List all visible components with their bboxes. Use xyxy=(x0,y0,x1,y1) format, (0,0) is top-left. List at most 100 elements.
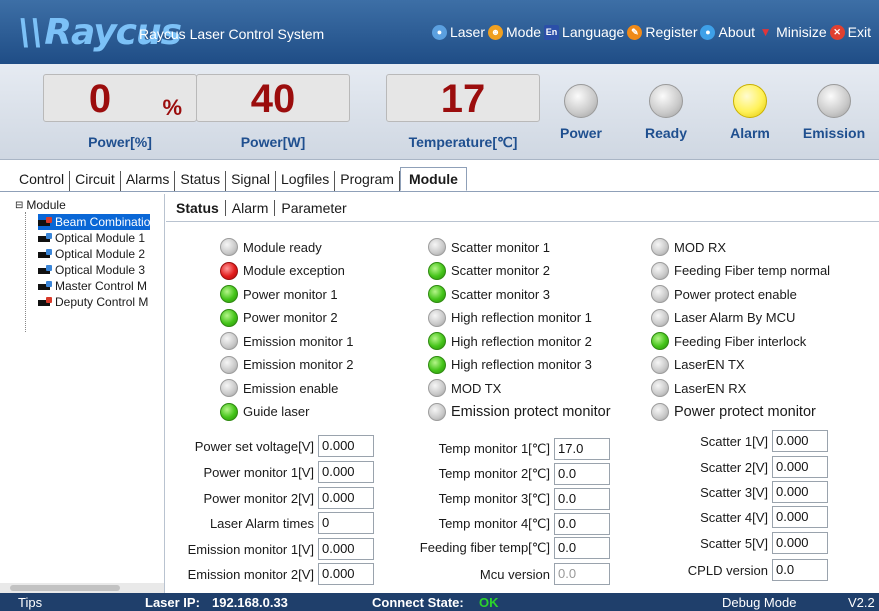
tab-status[interactable]: Status xyxy=(175,171,227,191)
status-dot-icon xyxy=(220,402,238,421)
field-row: Emission monitor 2[V] 0.000 xyxy=(168,563,374,585)
status-indicator: Scatter monitor 2 xyxy=(428,261,550,280)
indicator-label: Laser Alarm By MCU xyxy=(674,310,796,325)
laser-ip-value: 192.168.0.33 xyxy=(212,595,288,610)
connect-state-value: OK xyxy=(479,595,499,610)
menu-label: Register xyxy=(645,24,698,40)
status-dot-icon xyxy=(428,402,446,421)
indicator-label: Feeding Fiber temp normal xyxy=(674,263,831,278)
status-dot-icon xyxy=(220,332,238,350)
indicator-label: Emission protect monitor xyxy=(451,403,611,420)
temperature-value: 17 xyxy=(440,77,486,121)
status-dot-icon xyxy=(220,285,238,303)
field-label: Emission monitor 1[V] xyxy=(187,541,314,557)
status-dot-icon xyxy=(651,332,669,350)
field-row: Mcu version 0.0 xyxy=(348,563,610,585)
power-lamp xyxy=(564,84,598,118)
status-indicator: High reflection monitor 1 xyxy=(428,308,592,327)
field-row: Emission monitor 1[V] 0.000 xyxy=(168,538,374,560)
subtab-parameter[interactable]: Parameter xyxy=(275,200,352,216)
tree-item[interactable]: Deputy Control M xyxy=(38,294,148,310)
tab-control[interactable]: Control xyxy=(14,171,71,191)
indicator-label: Module ready xyxy=(243,239,322,255)
module-icon xyxy=(38,249,52,259)
power-watt-value: 40 xyxy=(250,77,296,121)
menu-about[interactable]: ● About xyxy=(700,24,755,40)
value-field[interactable]: 17.0 xyxy=(554,438,610,460)
status-dot-icon xyxy=(651,308,669,327)
value-field[interactable]: 0.000 xyxy=(772,532,828,554)
value-field[interactable]: 0.0 xyxy=(554,537,610,559)
module-icon xyxy=(38,265,52,275)
status-indicator: Emission enable xyxy=(220,379,338,397)
module-icon xyxy=(38,281,52,291)
status-indicator: Emission monitor 1 xyxy=(220,332,354,350)
indicator-label: Module exception xyxy=(243,263,345,278)
status-dot-icon xyxy=(220,261,238,280)
tree-item[interactable]: Optical Module 1 xyxy=(38,230,145,246)
tree-item[interactable]: Optical Module 3 xyxy=(38,262,145,278)
value-field[interactable]: 0.0 xyxy=(772,559,828,581)
version-label: V2.2 xyxy=(848,595,875,610)
ready-lamp xyxy=(649,84,683,118)
field-row: Power monitor 2[V] 0.000 xyxy=(168,487,374,509)
field-row: Feeding fiber temp[℃] 0.0 xyxy=(348,537,610,559)
power-percent-label: Power[%] xyxy=(88,134,152,150)
value-field[interactable]: 0.0 xyxy=(554,463,610,485)
menu-minisize[interactable]: ▼ Minisize xyxy=(758,24,827,40)
value-field[interactable]: 0.000 xyxy=(772,430,828,452)
menu-label: Exit xyxy=(847,24,871,40)
tree-root-module[interactable]: ⊟ Module xyxy=(15,198,66,212)
status-indicator: Feeding Fiber interlock xyxy=(651,332,806,350)
tree-item[interactable]: Master Control M xyxy=(38,278,147,294)
tab-module[interactable]: Module xyxy=(399,167,467,191)
status-dot-icon xyxy=(428,379,446,397)
indicator-label: Power protect enable xyxy=(674,286,797,302)
power-lamp-label: Power xyxy=(559,125,602,141)
subtab-status[interactable]: Status xyxy=(170,200,226,216)
status-indicator: LaserEN TX xyxy=(651,355,745,374)
mode-label: Debug Mode xyxy=(722,595,797,610)
menu-mode[interactable]: ☻ Mode xyxy=(488,24,541,40)
tab-program[interactable]: Program xyxy=(335,171,400,191)
value-field[interactable]: 0.0 xyxy=(554,563,610,585)
field-label: Power monitor 2[V] xyxy=(203,490,314,506)
field-row: Power monitor 1[V] 0.000 xyxy=(168,461,374,483)
tree-item[interactable]: Optical Module 2 xyxy=(38,246,145,262)
alarm-lamp-label: Alarm xyxy=(730,125,770,141)
tab-signal[interactable]: Signal xyxy=(226,171,276,191)
tab-alarms[interactable]: Alarms xyxy=(121,171,176,191)
temperature-readout: 17 xyxy=(386,74,540,122)
field-label: Scatter 4[V] xyxy=(700,509,768,525)
value-field[interactable]: 0.000 xyxy=(772,456,828,478)
value-field[interactable]: 0.000 xyxy=(772,506,828,528)
tab-circuit[interactable]: Circuit xyxy=(70,171,121,191)
exit-icon: ✕ xyxy=(829,24,845,40)
menu-language[interactable]: En Language xyxy=(544,24,624,40)
menu-laser[interactable]: ● Laser xyxy=(431,24,485,40)
tab-logfiles[interactable]: Logfiles xyxy=(276,171,336,191)
collapse-icon[interactable]: ⊟ xyxy=(15,200,23,211)
indicator-label: LaserEN RX xyxy=(674,380,747,396)
tree-item-label: Beam Combinatio xyxy=(55,215,151,229)
value-field[interactable]: 0.0 xyxy=(554,488,610,510)
field-row: Temp monitor 4[℃] 0.0 xyxy=(348,513,610,535)
users-icon: ☻ xyxy=(488,24,504,40)
field-label: Mcu version xyxy=(479,566,550,582)
status-dot-icon xyxy=(220,355,238,374)
alarm-lamp xyxy=(733,84,767,118)
tree-horizontal-scrollbar[interactable] xyxy=(0,583,164,593)
status-dot-icon xyxy=(428,308,446,327)
module-status-panel: Status Alarm Parameter Module ready Module … xyxy=(166,194,879,593)
status-indicator: Feeding Fiber temp normal xyxy=(651,261,831,280)
menu-register[interactable]: ✎ Register xyxy=(627,24,697,40)
status-indicator: Power protect monitor xyxy=(651,402,816,421)
scrollbar-thumb[interactable] xyxy=(10,585,120,591)
tree-item[interactable]: Beam Combinatio xyxy=(38,214,151,230)
value-field[interactable]: 0.0 xyxy=(554,513,610,535)
value-field[interactable]: 0.000 xyxy=(772,481,828,503)
field-row: Power set voltage[V] 0.000 xyxy=(168,435,374,457)
subtab-alarm[interactable]: Alarm xyxy=(226,200,276,216)
status-indicator: LaserEN RX xyxy=(651,379,746,397)
menu-exit[interactable]: ✕ Exit xyxy=(829,24,871,40)
